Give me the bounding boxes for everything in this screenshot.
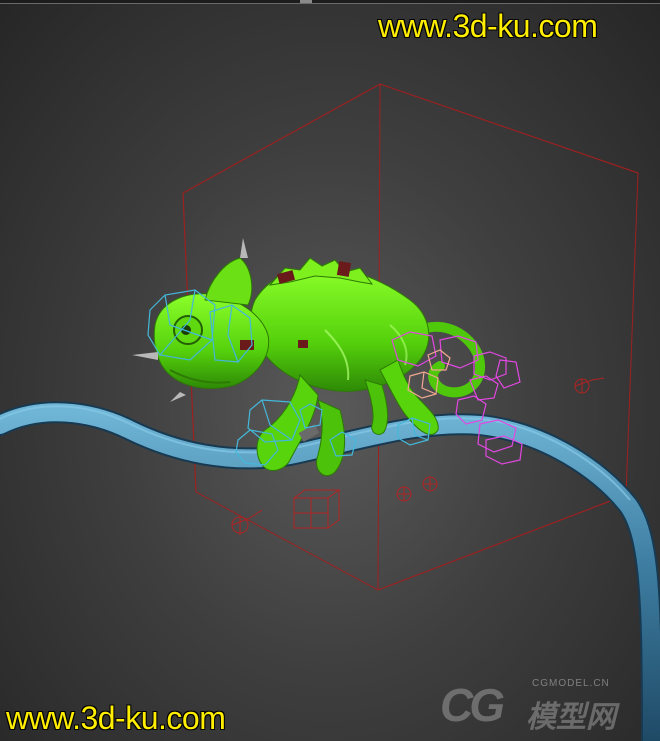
cg-logo-letters: CG <box>440 679 505 731</box>
watermark-bottom: www.3d-ku.com <box>6 700 226 736</box>
cgmodel-logo: CG CGMODEL.CN 模型网 <box>440 676 652 734</box>
scene-canvas[interactable] <box>0 0 660 741</box>
3d-viewport[interactable]: www.3d-ku.com www.3d-ku.com CG CGMODEL.C… <box>0 0 660 741</box>
watermark-top: www.3d-ku.com <box>378 8 598 44</box>
cg-logo-subtitle: CGMODEL.CN <box>532 678 610 689</box>
cg-logo-chinese: 模型网 <box>526 701 616 734</box>
